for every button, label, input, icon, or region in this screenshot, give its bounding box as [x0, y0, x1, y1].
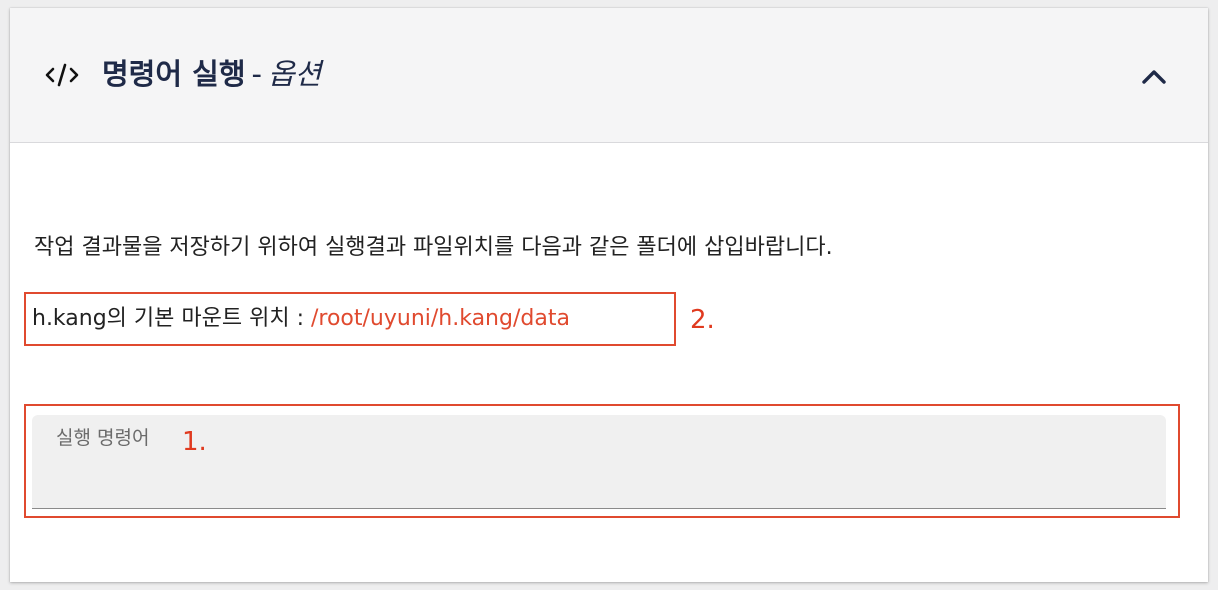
- panel-subtitle: 옵션: [267, 57, 322, 91]
- annotation-marker-1: 1.: [182, 427, 207, 457]
- mount-path: /root/uyuni/h.kang/data: [310, 306, 570, 331]
- panel-title-text: 명령어 실행: [102, 57, 246, 91]
- command-input-label: 실행 명령어: [56, 427, 150, 449]
- mount-location: h.kang의 기본 마운트 위치 : /root/uyuni/h.kang/d…: [32, 303, 570, 335]
- mount-label: h.kang의 기본 마운트 위치 :: [32, 306, 311, 331]
- annotation-marker-2: 2.: [690, 305, 715, 335]
- title-separator: -: [251, 57, 262, 91]
- panel-title: 명령어 실행 - 옵션: [102, 54, 321, 94]
- code-icon: [44, 60, 80, 90]
- description-text: 작업 결과물을 저장하기 위하여 실행결과 파일위치를 다음과 같은 폴더에 삽…: [34, 235, 833, 260]
- panel-header[interactable]: 명령어 실행 - 옵션: [10, 8, 1208, 143]
- chevron-up-icon[interactable]: [1134, 60, 1174, 94]
